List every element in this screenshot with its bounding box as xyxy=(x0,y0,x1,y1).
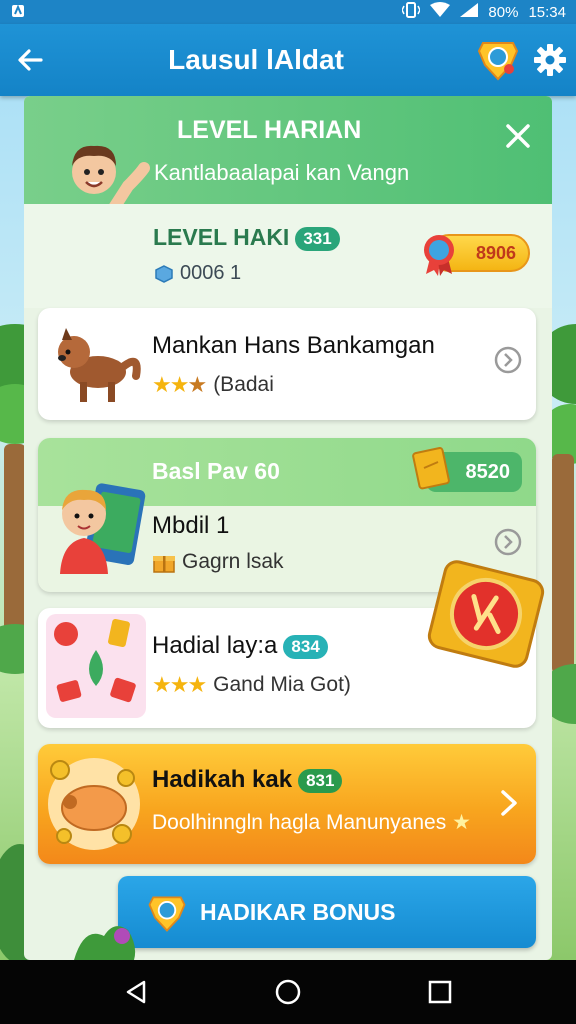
card-title: Mankan Hans Bankamgan xyxy=(152,332,435,359)
chevron-right-icon xyxy=(501,790,517,816)
trophy-button[interactable] xyxy=(472,24,524,96)
signal-icon xyxy=(460,3,479,21)
hero-title: LEVEL HAKI 331 xyxy=(153,224,340,251)
hero-count: 0006 1 xyxy=(154,262,241,285)
card-badge: 834 xyxy=(283,634,328,659)
card-subtitle: ★★★ (Badai xyxy=(152,372,274,398)
card-title-text: Hadial lay:a xyxy=(152,632,278,659)
rosette-medal-icon xyxy=(424,235,454,276)
bonus-button[interactable]: HADIKAR BONUS xyxy=(118,876,536,948)
promo-badge: 831 xyxy=(298,768,343,793)
card-subtitle: ★★★ Gand Mia Got) xyxy=(152,672,351,698)
square-recents-icon xyxy=(428,980,452,1004)
piggy-coins-illustration xyxy=(48,758,140,850)
card-subtitle-text: Gand Mia Got) xyxy=(213,673,351,696)
close-button[interactable] xyxy=(498,116,538,156)
hero-count-value: 0006 1 xyxy=(180,262,242,284)
promo-title: Hadikah kak 831 xyxy=(152,766,343,794)
app-bar: Lausul lAldat xyxy=(0,24,576,96)
promo-subtitle: Doolhinngln hagla Manunyanes ★ xyxy=(152,810,471,835)
trophy-badge-icon xyxy=(148,896,186,932)
daily-level-panel: LEVEL HARIAN Kantlabaalapai kan Vangn LE… xyxy=(24,96,552,960)
promo-subtitle-text: Doolhinngln hagla Manunyanes xyxy=(152,811,447,834)
vibrate-icon xyxy=(401,2,422,22)
triangle-back-icon xyxy=(126,980,146,1004)
plant-decoration xyxy=(74,926,136,960)
close-icon xyxy=(506,124,530,148)
clock: 15:34 xyxy=(528,3,566,21)
star-rating: ★★★ xyxy=(152,372,207,397)
ticket-icon xyxy=(412,447,450,490)
bonus-button-label: HADIKAR BONUS xyxy=(200,898,396,925)
items-collection-illustration xyxy=(46,614,146,718)
cube-icon xyxy=(155,264,173,283)
circle-home-icon xyxy=(275,979,301,1005)
star-icon: ★ xyxy=(452,811,471,834)
dog-illustration xyxy=(58,328,141,402)
battery-text: 80% xyxy=(488,3,519,21)
coin-reward-badge[interactable]: 8906 xyxy=(424,234,530,276)
chevron-right-icon xyxy=(494,528,522,556)
hero-level-badge: 331 xyxy=(295,226,340,251)
settings-button[interactable] xyxy=(524,24,576,96)
card-title: Hadial lay:a 834 xyxy=(152,632,328,660)
card-subtitle-text: (Badai xyxy=(213,373,274,396)
gift-box-icon xyxy=(153,556,175,573)
nav-back-button[interactable] xyxy=(112,968,160,1016)
system-nav-bar xyxy=(0,960,576,1024)
promo-title-text: Hadikah kak xyxy=(152,766,293,793)
header-subtitle: Kantlabaalapai kan Vangn xyxy=(154,160,410,185)
arrow-left-icon xyxy=(18,49,43,71)
card-title: Mbdil 1 xyxy=(152,512,230,539)
header-title: LEVEL HARIAN xyxy=(177,116,362,144)
nav-home-button[interactable] xyxy=(264,968,312,1016)
coin-value: 8906 xyxy=(475,242,516,263)
list-item[interactable]: Mankan Hans Bankamgan ★★★ (Badai xyxy=(38,308,536,420)
card-banner-title: Basl Pav 60 xyxy=(152,458,280,484)
page-title: Lausul lAldat xyxy=(168,44,344,75)
nav-recents-button[interactable] xyxy=(416,968,464,1016)
notification-icon xyxy=(10,3,26,22)
wifi-icon xyxy=(430,2,451,22)
chevron-right-icon xyxy=(494,346,522,374)
ticket-value: 8520 xyxy=(465,460,511,483)
gear-icon xyxy=(534,44,566,76)
card-subtitle-text: Gagrn lsak xyxy=(182,550,284,573)
promo-card[interactable]: Hadikah kak 831 Doolhinngln hagla Manunya… xyxy=(38,744,536,864)
level-hero-row: LEVEL HAKI 331 0006 1 8906 xyxy=(24,204,552,308)
ticket-badge: 8520 xyxy=(412,447,522,492)
star-rating: ★★★ xyxy=(152,672,207,697)
hero-title-text: LEVEL HAKI xyxy=(153,224,290,250)
trophy-badge-icon xyxy=(477,42,519,81)
kid-tablet-illustration xyxy=(60,483,146,574)
back-button[interactable] xyxy=(0,24,60,96)
status-bar: 80% 15:34 xyxy=(0,0,576,24)
card-subtitle: Gagrn lsak xyxy=(152,550,284,574)
